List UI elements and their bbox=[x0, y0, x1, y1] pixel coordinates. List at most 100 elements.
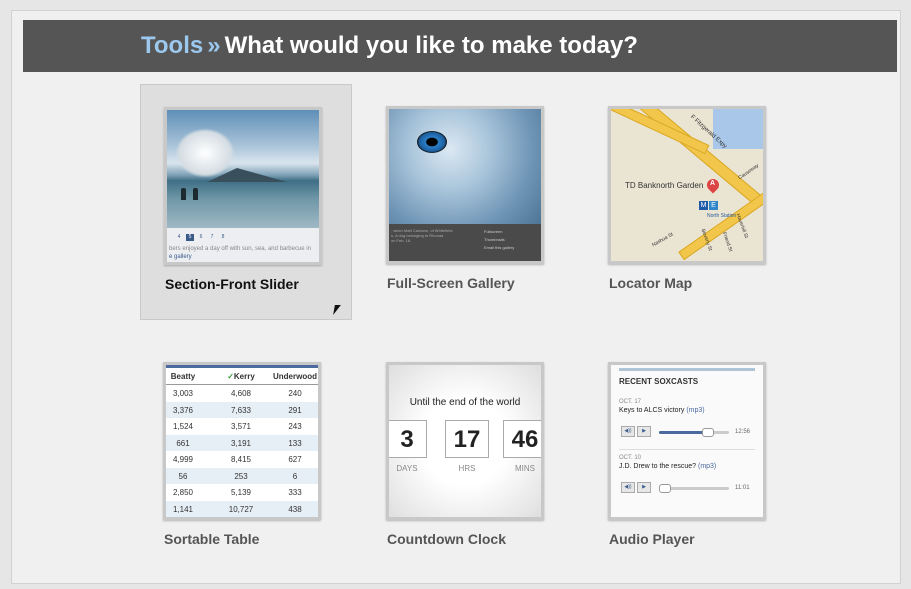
clock-mins-label: MINS bbox=[515, 464, 535, 473]
table-cell: 333 bbox=[288, 488, 302, 497]
table-cell: 5,139 bbox=[230, 488, 252, 497]
tool-tile-countdown-clock[interactable]: Until the end of the world 3 17 46 DAYS … bbox=[363, 340, 575, 576]
page-title: Tools» What would you like to make today? bbox=[141, 32, 638, 60]
slider-page: 7 bbox=[210, 234, 214, 240]
person-silhouette bbox=[193, 188, 198, 200]
table-cell: 240 bbox=[288, 389, 302, 398]
table-row: 3,376 7,633 291 bbox=[166, 401, 318, 418]
map-pin-letter: A bbox=[710, 180, 716, 187]
audio-separator bbox=[619, 449, 755, 450]
table-thumbnail[interactable]: Beatty ✓Kerry Underwood 3,003 4,608 240 3,3… bbox=[163, 362, 321, 520]
audio-time: 11:01 bbox=[735, 485, 750, 491]
table-header-cell: Underwood bbox=[273, 372, 317, 381]
table-cell: 291 bbox=[288, 405, 302, 415]
audio-progress-knob bbox=[659, 484, 671, 493]
table-cell: 3,376 bbox=[172, 405, 194, 415]
table-header-cell: ✓Kerry bbox=[227, 372, 255, 381]
table-cell: 3,571 bbox=[230, 422, 252, 431]
gallery-caption-bar: , when Matt Cardone, of Whitefield, s. A… bbox=[389, 224, 541, 261]
tool-label[interactable]: Audio Player bbox=[609, 531, 695, 547]
clock-preview: Until the end of the world 3 17 46 DAYS … bbox=[389, 365, 541, 517]
table-cell: 2,850 bbox=[172, 488, 194, 497]
gallery-photo bbox=[389, 109, 541, 224]
table-cell: 438 bbox=[288, 504, 302, 514]
slider-page: 4 bbox=[177, 234, 181, 240]
volume-icon: ◀)) bbox=[621, 426, 635, 437]
table-cell: 133 bbox=[288, 438, 302, 448]
mountain-shape bbox=[207, 168, 287, 182]
tool-label[interactable]: Section-Front Slider bbox=[165, 276, 299, 292]
clock-title: Until the end of the world bbox=[409, 397, 521, 408]
page-question: What would you like to make today? bbox=[224, 32, 638, 59]
page-header: Tools» What would you like to make today? bbox=[23, 20, 897, 72]
main-panel: Tools» What would you like to make today?… bbox=[11, 10, 901, 584]
tool-tile-full-screen-gallery[interactable]: , when Matt Cardone, of Whitefield, s. A… bbox=[363, 84, 575, 320]
table-cell: 8,415 bbox=[230, 455, 252, 464]
clock-hours-value: 17 bbox=[445, 420, 489, 458]
slider-caption-bar: 456 7 8 bers enjoyed a day off with sun, s… bbox=[167, 228, 319, 262]
gallery-caption: , when Matt Cardone, of Whitefield, s. A… bbox=[391, 228, 471, 243]
tool-label[interactable]: Full-Screen Gallery bbox=[387, 275, 515, 291]
map-thumbnail[interactable]: TD Banknorth Garden F Fitzgerald Expy No… bbox=[608, 106, 766, 264]
table-row: 1,524 3,571 243 bbox=[166, 418, 318, 434]
table-cell: 3,191 bbox=[230, 438, 252, 448]
audio-time: 12:56 bbox=[735, 429, 751, 435]
table-row: 661 3,191 133 bbox=[166, 434, 318, 451]
table-cell: 627 bbox=[288, 455, 302, 464]
table-cell: 253 bbox=[234, 471, 248, 481]
table-cell: 3,003 bbox=[172, 389, 194, 398]
volume-icon: ◀)) bbox=[621, 482, 635, 493]
tool-tile-section-front-slider[interactable]: 456 7 8 bers enjoyed a day off with sun, s… bbox=[140, 84, 352, 320]
map-label: TD Banknorth Garden bbox=[625, 181, 704, 190]
tool-label[interactable]: Locator Map bbox=[609, 275, 692, 291]
table-cell: 1,524 bbox=[172, 422, 194, 431]
audio-progress-knob bbox=[702, 428, 714, 437]
table-preview: Beatty ✓Kerry Underwood 3,003 4,608 240 3,3… bbox=[166, 365, 318, 517]
tool-tile-audio-player[interactable]: RECENT SOXCASTS OCT. 17 Keys to ALCS vic… bbox=[585, 340, 797, 576]
breadcrumb-separator: » bbox=[207, 32, 221, 59]
map-label: Friend St bbox=[720, 231, 734, 253]
play-icon: ▶ bbox=[637, 482, 651, 493]
gallery-caption-line: on Feb. 18. bbox=[391, 238, 412, 243]
audio-heading: RECENT SOXCASTS bbox=[619, 377, 699, 386]
slider-thumbnail[interactable]: 456 7 8 bers enjoyed a day off with sun, s… bbox=[164, 107, 322, 265]
audio-date: OCT. 10 bbox=[619, 455, 642, 461]
person-silhouette bbox=[181, 188, 186, 200]
table-header-cell: Beatty bbox=[170, 372, 196, 381]
slider-page: 6 bbox=[199, 234, 203, 240]
clock-mins-value: 46 bbox=[503, 420, 541, 458]
table-cell: 56 bbox=[178, 471, 188, 481]
map-label: Haverhill St bbox=[734, 212, 749, 240]
table-cell: 4,608 bbox=[230, 389, 252, 398]
breadcrumb-tools[interactable]: Tools bbox=[141, 32, 203, 59]
gallery-thumbnail[interactable]: , when Matt Cardone, of Whitefield, s. A… bbox=[386, 106, 544, 264]
tool-label[interactable]: Sortable Table bbox=[164, 531, 259, 547]
audio-thumbnail[interactable]: RECENT SOXCASTS OCT. 17 Keys to ALCS vic… bbox=[608, 362, 766, 520]
table-cell: 7,633 bbox=[230, 405, 252, 415]
table-header-row: Beatty ✓Kerry Underwood bbox=[166, 365, 318, 385]
table-row: 3,003 4,608 240 bbox=[166, 385, 318, 401]
tool-tile-sortable-table[interactable]: Beatty ✓Kerry Underwood 3,003 4,608 240 3,3… bbox=[140, 340, 352, 576]
play-icon: ▶ bbox=[637, 426, 651, 437]
map-label: Causeway bbox=[737, 162, 760, 182]
map-label: Nashua St bbox=[651, 231, 675, 249]
clock-days-label: DAYS bbox=[396, 464, 418, 473]
clock-thumbnail[interactable]: Until the end of the world 3 17 46 DAYS … bbox=[386, 362, 544, 520]
clock-days-value: 3 bbox=[389, 420, 427, 458]
table-row: 2,850 5,139 333 bbox=[166, 484, 318, 500]
table-cell: 10,727 bbox=[228, 504, 254, 514]
clock-hours-label: HRS bbox=[458, 464, 476, 473]
slider-page-current: 5 bbox=[186, 234, 194, 241]
tool-label[interactable]: Countdown Clock bbox=[387, 531, 506, 547]
gallery-menu-item: Fullscreen bbox=[484, 229, 503, 234]
slider-photo bbox=[167, 110, 319, 228]
slider-page: 8 bbox=[221, 234, 225, 240]
table-row: 4,999 8,415 627 bbox=[166, 451, 318, 467]
audio-preview: RECENT SOXCASTS OCT. 17 Keys to ALCS vic… bbox=[611, 365, 763, 517]
audio-track-title: J.D. Drew to the rescue? (mp3) bbox=[619, 463, 717, 470]
tool-tile-locator-map[interactable]: TD Banknorth Garden F Fitzgerald Expy No… bbox=[585, 84, 797, 320]
audio-date: OCT. 17 bbox=[619, 399, 642, 405]
table-cell: 6 bbox=[292, 471, 298, 481]
slider-caption: bers enjoyed a day off with sun, sea, an… bbox=[169, 246, 311, 252]
audio-track-title: Keys to ALCS victory (mp3) bbox=[619, 407, 705, 414]
